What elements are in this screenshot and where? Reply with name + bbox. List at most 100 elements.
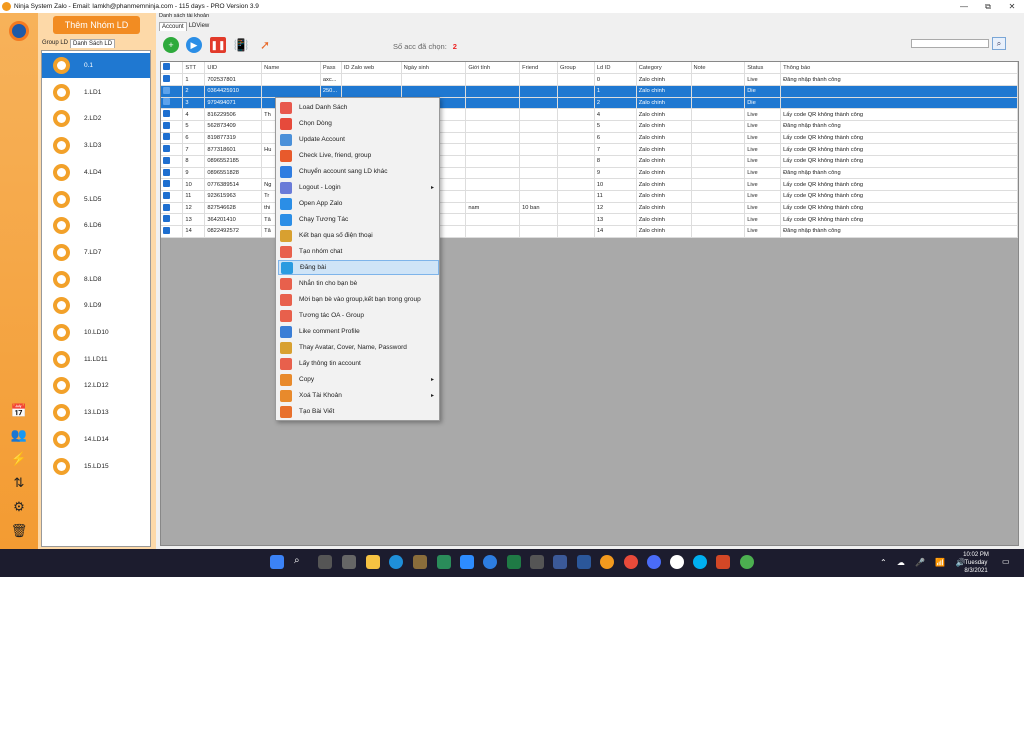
tab-group-ld[interactable]: Group LD [40,39,70,48]
search-button[interactable]: ⌕ [992,37,1006,50]
notes-icon[interactable] [437,555,451,569]
menu-item[interactable]: Đăng bài [278,260,439,275]
column-header[interactable]: ID Zalo web [341,62,402,75]
column-header[interactable]: Note [691,62,746,75]
group-item[interactable]: 4.LD4 [42,160,150,185]
menu-item[interactable]: Copy ▸ [278,372,439,387]
menu-item[interactable]: Nhắn tin cho bạn bè [278,276,439,291]
task-view-icon[interactable] [318,555,332,569]
column-header[interactable]: Ngày sinh [401,62,467,75]
tab-danh-sach-ld[interactable]: Danh Sách LD [70,39,116,48]
file-explorer-icon[interactable] [366,555,380,569]
word-icon[interactable] [577,555,591,569]
gear-icon[interactable]: ⚙ [9,498,29,516]
column-header[interactable]: Pass [320,62,342,75]
group-item[interactable]: 1.LD1 [42,80,150,105]
checkbox[interactable] [163,156,170,164]
menu-item[interactable]: Lấy thông tin account [278,356,439,371]
app-icon[interactable] [413,555,427,569]
add-group-button[interactable]: Thêm Nhóm LD [53,16,140,34]
tab-account[interactable]: Account [159,22,187,31]
notification-icon[interactable]: ▭ [1002,557,1012,567]
checkbox[interactable] [163,215,170,223]
row-checkbox[interactable] [161,73,184,86]
group-item[interactable]: 8.LD8 [42,267,150,292]
search-input[interactable] [911,39,989,48]
menu-item[interactable]: Load Danh Sách [278,100,439,115]
group-item[interactable]: 15.LD15 [42,454,150,479]
calculator-icon[interactable] [530,555,544,569]
chrome-alt-icon[interactable] [740,555,754,569]
menu-item[interactable]: Xoá Tài Khoản ▸ [278,388,439,403]
column-header[interactable]: Group [557,62,595,75]
start-icon[interactable] [270,555,284,569]
menu-item[interactable]: Check Live, friend, group [278,148,439,163]
group-item[interactable]: 5.LD5 [42,187,150,212]
checkbox[interactable] [163,121,170,129]
group-item[interactable]: 12.LD12 [42,373,150,398]
group-item[interactable]: 0.1 [42,53,150,78]
sort-icon[interactable]: ⇅ [9,474,29,492]
checkbox[interactable] [163,226,170,234]
group-item[interactable]: 14.LD14 [42,427,150,452]
row-checkbox[interactable] [161,108,184,121]
close-button[interactable]: ✕ [1000,0,1024,13]
row-checkbox[interactable] [161,132,184,145]
row-checkbox[interactable] [161,225,184,238]
menu-item[interactable]: Logout - Login ▸ [278,180,439,195]
menu-item[interactable]: Tạo nhóm chat [278,244,439,259]
group-item[interactable]: 13.LD13 [42,400,150,425]
lightning-icon[interactable]: ⚡ [9,450,29,468]
add-icon[interactable]: + [163,37,179,53]
group-item[interactable]: 6.LD6 [42,213,150,238]
checkbox[interactable] [163,203,170,211]
phone-vibrate-icon[interactable]: 📳 [233,37,249,53]
widgets-icon[interactable] [342,555,356,569]
group-item[interactable]: 9.LD9 [42,293,150,318]
ninja-app-icon[interactable] [600,555,614,569]
column-header[interactable]: STT [182,62,206,75]
trash-icon[interactable]: 🗑 [9,522,29,540]
row-checkbox[interactable] [161,213,184,227]
checkbox[interactable] [163,180,170,188]
calendar-icon[interactable]: 📅 [9,402,29,420]
skype-icon[interactable] [693,555,707,569]
table-row[interactable]: 2 0364425910 250... 1 Zalo chinh Die [161,85,1018,98]
column-header[interactable]: Category [636,62,692,75]
checkbox[interactable] [163,110,170,118]
group-item[interactable]: 2.LD2 [42,106,150,131]
zalo-icon[interactable] [670,555,684,569]
checkbox[interactable] [163,145,170,153]
play-icon[interactable]: ▶ [186,37,202,53]
checkbox[interactable] [163,191,170,199]
group-item[interactable]: 10.LD10 [42,320,150,345]
column-header[interactable]: Thông báo [780,62,1018,75]
column-header[interactable]: Status [744,62,782,75]
zoom-icon[interactable] [460,555,474,569]
column-header[interactable]: Ld ID [594,62,637,75]
table-row[interactable]: 1 702537801 axc... 0 Zalo chinh Live Đăng nhập… [161,73,1018,86]
menu-item[interactable]: Tương tác OA - Group [278,308,439,323]
menu-item[interactable]: Mời bạn bè vào group,kết bạn trong group [278,292,439,307]
group-item[interactable]: 3.LD3 [42,133,150,158]
menu-item[interactable]: Like comment Profile [278,324,439,339]
minimize-button[interactable]: — [952,0,976,13]
powerpoint-icon[interactable] [716,555,730,569]
checkbox[interactable] [163,133,170,141]
menu-item[interactable]: Kết bạn qua số điện thoại [278,228,439,243]
edge-icon[interactable] [389,555,403,569]
checkbox[interactable] [163,168,170,176]
checkbox[interactable] [163,98,170,106]
menu-item[interactable]: Thay Avatar, Cover, Name, Password [278,340,439,355]
pointer-icon[interactable]: ➚ [257,37,273,53]
select-all-checkbox[interactable] [161,62,184,75]
menu-item[interactable]: Chạy Tương Tác [278,212,439,227]
menu-item[interactable]: Update Account [278,132,439,147]
menu-item[interactable]: Tạo Bài Viết [278,404,439,419]
row-checkbox[interactable] [161,143,184,156]
menu-item[interactable]: Open App Zalo [278,196,439,211]
row-checkbox[interactable] [161,178,184,192]
excel-icon[interactable] [507,555,521,569]
checkbox[interactable] [163,63,170,71]
group-item[interactable]: 11.LD11 [42,347,150,372]
